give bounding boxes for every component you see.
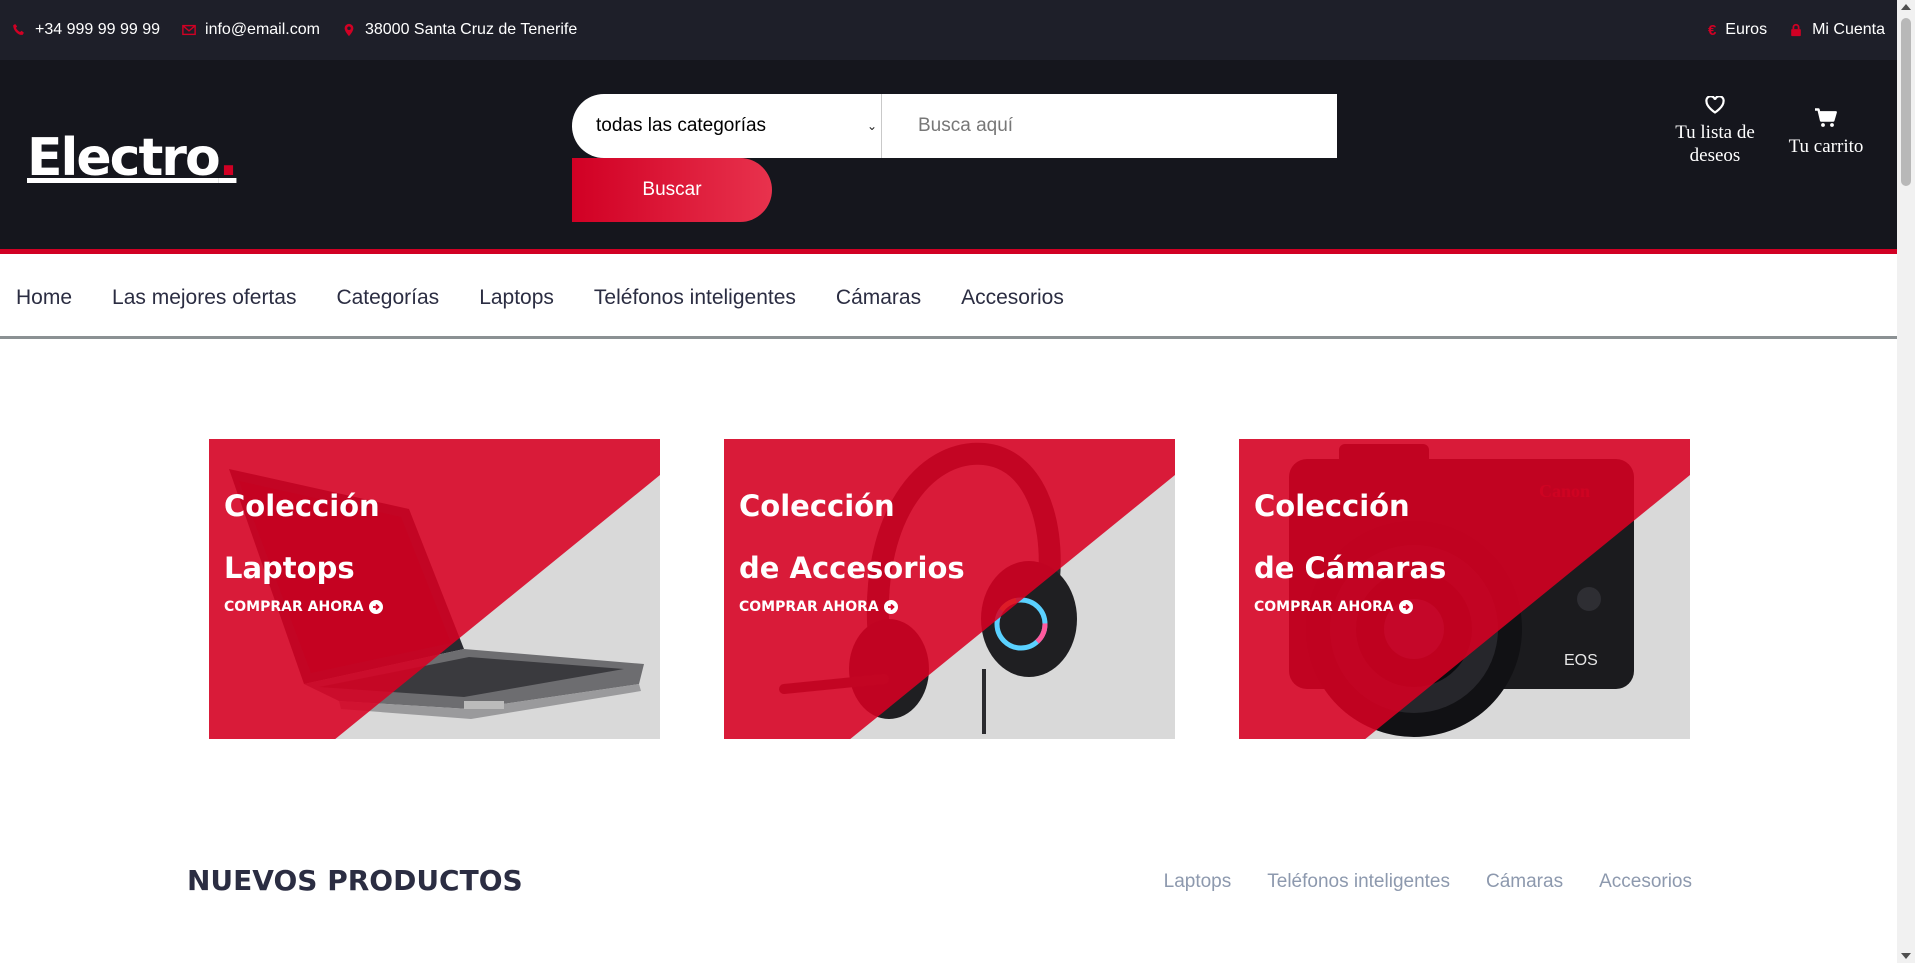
shop-now-link[interactable]: COMPRAR AHORA <box>1254 599 1413 615</box>
email-link[interactable]: info@email.com <box>182 21 320 39</box>
search-button[interactable]: Buscar <box>572 158 772 222</box>
lock-icon <box>1791 23 1801 37</box>
collection-title-line2: Laptops <box>224 551 355 585</box>
currency-link[interactable]: € Euros <box>1708 21 1767 39</box>
heart-icon <box>1705 96 1725 114</box>
euro-icon: € <box>1707 21 1717 39</box>
main-nav: Home Las mejores ofertas Categorías Lapt… <box>0 259 1897 339</box>
collection-title-line1: Colección <box>739 489 895 523</box>
arrow-circle-right-icon <box>368 600 383 614</box>
nav-best-deals[interactable]: Las mejores ofertas <box>112 286 296 310</box>
wishlist-label-line1: Tu lista de <box>1675 122 1755 143</box>
collection-title-line2: de Accesorios <box>739 551 965 585</box>
category-select-value: todas las categorías <box>596 115 767 136</box>
scrollbar-thumb[interactable] <box>1901 18 1911 186</box>
map-marker-icon <box>344 23 354 37</box>
wishlist-label-line2: deseos <box>1689 144 1741 166</box>
wishlist-link[interactable]: Tu lista de deseos <box>1665 96 1765 168</box>
arrow-circle-right-icon <box>883 600 898 614</box>
product-tabs: Laptops Teléfonos inteligentes Cámaras A… <box>1164 871 1692 893</box>
tab-cameras[interactable]: Cámaras <box>1486 871 1563 893</box>
currency-text: Euros <box>1725 21 1768 38</box>
address-link[interactable]: 38000 Santa Cruz de Tenerife <box>342 21 577 39</box>
chevron-down-icon: ⌄ <box>866 119 877 133</box>
collection-title-line1: Colección <box>1254 489 1410 523</box>
cart-icon <box>1815 108 1837 127</box>
collection-card-accessories[interactable]: Colección de Accesorios COMPRAR AHORA <box>724 439 1175 739</box>
collection-title: Colección Laptops <box>224 475 380 599</box>
contact-links: +34 999 99 99 99 info@email.com 38000 Sa… <box>12 21 577 39</box>
main-header: Electro. todas las categorías ⌄ Buscar T… <box>0 60 1897 254</box>
search-input[interactable] <box>882 94 1337 158</box>
cart-link[interactable]: Tu carrito <box>1775 108 1877 159</box>
account-links: € Euros Mi Cuenta <box>1708 21 1885 39</box>
collection-card-cameras[interactable]: EOS Canon Colección de Cámaras COMPRAR A… <box>1239 439 1690 739</box>
envelope-icon <box>182 24 196 36</box>
arrow-circle-right-icon <box>1398 600 1413 614</box>
tab-accessories[interactable]: Accesorios <box>1599 871 1692 893</box>
account-text: Mi Cuenta <box>1812 21 1885 38</box>
scroll-up-arrow-icon[interactable] <box>1901 4 1911 10</box>
top-info-bar: +34 999 99 99 99 info@email.com 38000 Sa… <box>0 0 1897 60</box>
phone-text: +34 999 99 99 99 <box>35 21 161 38</box>
collection-card-laptops[interactable]: Colección Laptops COMPRAR AHORA <box>209 439 660 739</box>
logo[interactable]: Electro. <box>27 132 238 184</box>
logo-text: Electro <box>27 128 221 188</box>
scroll-down-arrow-icon[interactable] <box>1901 953 1911 959</box>
collection-title: Colección de Accesorios <box>739 475 965 599</box>
nav-accessories[interactable]: Accesorios <box>961 286 1064 310</box>
shop-now-label: COMPRAR AHORA <box>1254 599 1394 615</box>
tab-smartphones[interactable]: Teléfonos inteligentes <box>1267 871 1450 893</box>
vertical-scrollbar[interactable] <box>1897 0 1915 963</box>
nav-categories[interactable]: Categorías <box>336 286 439 310</box>
category-select[interactable]: todas las categorías ⌄ <box>572 94 882 158</box>
nav-laptops[interactable]: Laptops <box>479 286 554 310</box>
tab-laptops[interactable]: Laptops <box>1164 871 1232 893</box>
collection-title-line2: de Cámaras <box>1254 551 1447 585</box>
collection-title-line1: Colección <box>224 489 380 523</box>
section-title: NUEVOS PRODUCTOS <box>187 864 523 897</box>
page: +34 999 99 99 99 info@email.com 38000 Sa… <box>0 0 1915 963</box>
email-text: info@email.com <box>205 21 320 38</box>
account-link[interactable]: Mi Cuenta <box>1789 21 1885 39</box>
shop-now-label: COMPRAR AHORA <box>739 599 879 615</box>
address-text: 38000 Santa Cruz de Tenerife <box>364 21 578 38</box>
shop-now-label: COMPRAR AHORA <box>224 599 364 615</box>
nav-cameras[interactable]: Cámaras <box>836 286 921 310</box>
phone-link[interactable]: +34 999 99 99 99 <box>12 21 160 39</box>
search-form: todas las categorías ⌄ <box>572 94 1337 158</box>
svg-text:EOS: EOS <box>1564 652 1598 669</box>
nav-smartphones[interactable]: Teléfonos inteligentes <box>594 286 796 310</box>
phone-icon <box>13 24 24 35</box>
shop-now-link[interactable]: COMPRAR AHORA <box>224 599 383 615</box>
collection-title: Colección de Cámaras <box>1254 475 1446 599</box>
nav-home[interactable]: Home <box>16 286 72 310</box>
shop-now-link[interactable]: COMPRAR AHORA <box>739 599 898 615</box>
logo-dot: . <box>218 128 239 188</box>
cart-label: Tu carrito <box>1788 136 1864 157</box>
